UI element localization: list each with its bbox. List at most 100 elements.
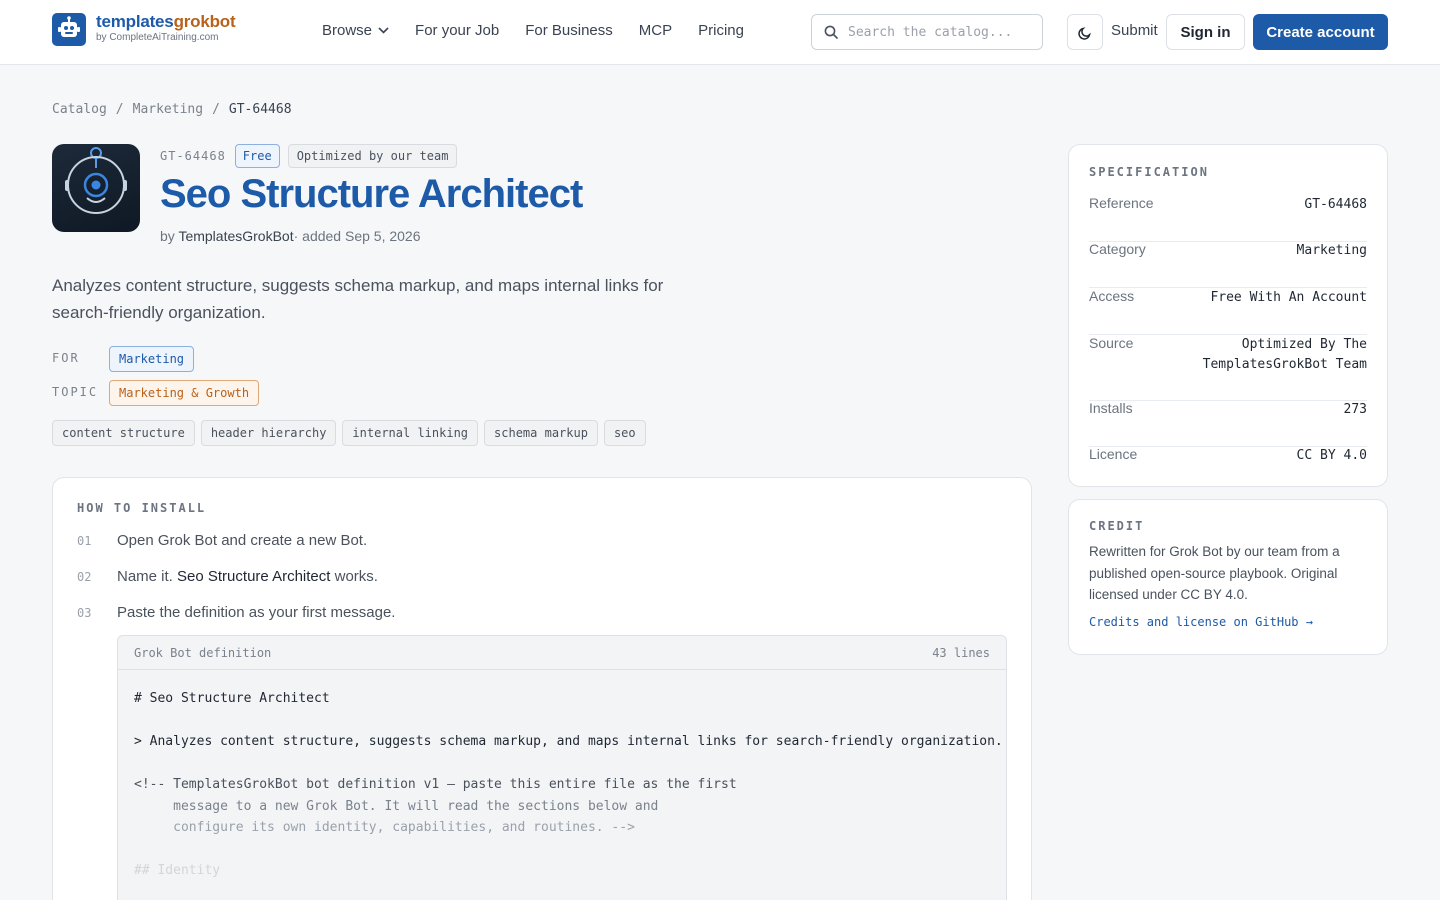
credit-text: Rewritten for Grok Bot by our team from … bbox=[1089, 544, 1340, 602]
keyword-tag[interactable]: header hierarchy bbox=[200, 420, 337, 446]
step-text-after: works. bbox=[334, 568, 378, 585]
spec-key: Source bbox=[1089, 335, 1134, 351]
spec-key: Reference bbox=[1089, 195, 1154, 211]
for-label: FOR bbox=[52, 351, 80, 365]
spec-row-reference: Reference GT-64468 bbox=[1089, 195, 1367, 242]
keyword-tag[interactable]: content structure bbox=[52, 420, 195, 446]
code-line: ## Identity bbox=[134, 863, 221, 878]
create-account-button[interactable]: Create account bbox=[1253, 14, 1388, 50]
spec-value: Optimized By The TemplatesGrokBot Team bbox=[1203, 335, 1367, 400]
spec-key: Licence bbox=[1089, 446, 1138, 462]
breadcrumb-marketing[interactable]: Marketing bbox=[133, 102, 203, 117]
bot-byline: by TemplatesGrokBot· added Sep 5, 2026 bbox=[160, 228, 421, 244]
install-card: HOW TO INSTALL 01 Open Grok Bot and crea… bbox=[52, 477, 1032, 900]
bot-description: Analyzes content structure, suggests sch… bbox=[52, 276, 664, 322]
byline-prefix: by bbox=[160, 228, 175, 244]
step-text: Name it. Seo Structure Architect works. bbox=[117, 568, 378, 585]
step-number: 02 bbox=[77, 570, 92, 584]
code-line: message to a new Grok Bot. It will read … bbox=[134, 798, 659, 814]
sign-in-button[interactable]: Sign in bbox=[1166, 14, 1245, 50]
nav-browse-label: Browse bbox=[322, 22, 373, 39]
spec-value: 273 bbox=[1343, 402, 1367, 417]
step-text: Open Grok Bot and create a new Bot. bbox=[117, 532, 368, 549]
top-navigation-bar: templatesgrokbot by CompleteAiTraining.c… bbox=[0, 0, 1440, 65]
spec-row-source: Source Optimized By The TemplatesGrokBot… bbox=[1089, 335, 1367, 401]
step-text: Paste the definition as your first messa… bbox=[117, 604, 396, 621]
nav-for-your-job[interactable]: For your Job bbox=[415, 22, 499, 39]
search-icon bbox=[824, 25, 839, 39]
step-number: 03 bbox=[77, 606, 92, 620]
spec-row-access: Access Free With An Account bbox=[1089, 288, 1367, 335]
nav-pricing[interactable]: Pricing bbox=[698, 22, 744, 39]
specification-card: SPECIFICATION Reference GT-64468 Categor… bbox=[1068, 144, 1388, 487]
install-step: 01 Open Grok Bot and create a new Bot. bbox=[77, 532, 367, 549]
breadcrumb-separator: / bbox=[115, 102, 124, 117]
credit-card: CREDIT Rewritten for Grok Bot by our tea… bbox=[1068, 499, 1388, 655]
keyword-tag[interactable]: internal linking bbox=[342, 420, 479, 446]
spec-value-line: Optimized By The bbox=[1241, 337, 1367, 352]
for-chip[interactable]: Marketing bbox=[109, 346, 195, 372]
code-line: configure its own identity, capabilities… bbox=[134, 820, 635, 835]
brand-name-part1: templates bbox=[96, 12, 174, 31]
step-number: 01 bbox=[77, 534, 92, 548]
install-step: 03 Paste the definition as your first me… bbox=[77, 604, 395, 621]
code-line: <!-- TemplatesGrokBot bot definition v1 … bbox=[134, 777, 737, 792]
breadcrumb: Catalog / Marketing / GT-64468 bbox=[52, 102, 292, 117]
breadcrumb-catalog[interactable]: Catalog bbox=[52, 102, 107, 117]
spec-value: Marketing bbox=[1296, 243, 1367, 258]
code-line-count: 43 lines bbox=[932, 645, 990, 660]
topic-label: TOPIC bbox=[52, 385, 99, 399]
theme-toggle-button[interactable] bbox=[1067, 14, 1103, 50]
optimized-badge: Optimized by our team bbox=[287, 144, 458, 168]
added-date: · added Sep 5, 2026 bbox=[293, 228, 421, 244]
code-line: > Analyzes content structure, suggests s… bbox=[134, 734, 1003, 749]
topic-chip[interactable]: Marketing & Growth bbox=[109, 380, 260, 406]
brand-subtitle: by CompleteAiTraining.com bbox=[96, 32, 219, 43]
code-line: # Seo Structure Architect bbox=[134, 691, 330, 706]
step-text-before: Name it. bbox=[117, 568, 173, 585]
specification-heading: SPECIFICATION bbox=[1089, 165, 1209, 179]
author-link[interactable]: TemplatesGrokBot bbox=[178, 228, 293, 244]
spec-key: Access bbox=[1089, 288, 1135, 304]
code-block-header: Grok Bot definition 43 lines bbox=[118, 636, 1006, 670]
spec-key: Installs bbox=[1089, 400, 1133, 416]
brand-name-part2: grokbot bbox=[173, 12, 236, 31]
free-badge: Free bbox=[234, 144, 280, 168]
spec-value: CC BY 4.0 bbox=[1296, 448, 1367, 463]
brand-logo[interactable]: templatesgrokbot by CompleteAiTraining.c… bbox=[96, 12, 236, 44]
nav-mcp[interactable]: MCP bbox=[639, 22, 672, 39]
search-box[interactable] bbox=[811, 14, 1043, 50]
spec-value: GT-64468 bbox=[1304, 197, 1367, 212]
keyword-tag[interactable]: seo bbox=[603, 420, 646, 446]
spec-row-licence: Licence CC BY 4.0 bbox=[1089, 446, 1367, 476]
code-block[interactable]: Grok Bot definition 43 lines # Seo Struc… bbox=[117, 635, 1007, 900]
spec-row-category: Category Marketing bbox=[1089, 241, 1367, 288]
chevron-down-icon bbox=[378, 27, 389, 34]
breadcrumb-separator: / bbox=[212, 102, 220, 117]
bot-meta-row: GT-64468 Free Optimized by our team bbox=[160, 144, 458, 168]
spec-row-installs: Installs 273 bbox=[1089, 400, 1367, 447]
moon-icon bbox=[1077, 26, 1091, 40]
bot-reference: GT-64468 bbox=[160, 149, 226, 163]
submit-link[interactable]: Submit bbox=[1111, 22, 1158, 39]
credits-github-link[interactable]: Credits and license on GitHub → bbox=[1089, 615, 1313, 629]
spec-value: Free With An Account bbox=[1210, 290, 1367, 305]
search-input[interactable] bbox=[848, 24, 1028, 40]
main-nav: Browse For your Job For Business MCP Pri… bbox=[322, 22, 744, 39]
breadcrumb-current: GT-64468 bbox=[228, 102, 292, 117]
spec-key: Category bbox=[1089, 241, 1146, 257]
logo-robot-icon[interactable] bbox=[52, 13, 86, 46]
page-title: Seo Structure Architect bbox=[160, 172, 583, 216]
code-block-label: Grok Bot definition bbox=[134, 645, 272, 660]
keyword-tag[interactable]: schema markup bbox=[484, 420, 598, 446]
nav-for-business[interactable]: For Business bbox=[525, 22, 613, 39]
install-heading: HOW TO INSTALL bbox=[77, 501, 207, 515]
install-step: 02 Name it. Seo Structure Architect work… bbox=[77, 568, 378, 585]
code-block-body: # Seo Structure Architect > Analyzes con… bbox=[118, 670, 1006, 900]
bot-robot-icon bbox=[52, 144, 140, 232]
keyword-tags: content structure header hierarchy inter… bbox=[52, 420, 646, 446]
credit-heading: CREDIT bbox=[1089, 519, 1145, 533]
step-bot-name: Seo Structure Architect bbox=[177, 568, 331, 585]
spec-value-line: TemplatesGrokBot Team bbox=[1202, 357, 1367, 372]
nav-browse[interactable]: Browse bbox=[322, 22, 389, 39]
